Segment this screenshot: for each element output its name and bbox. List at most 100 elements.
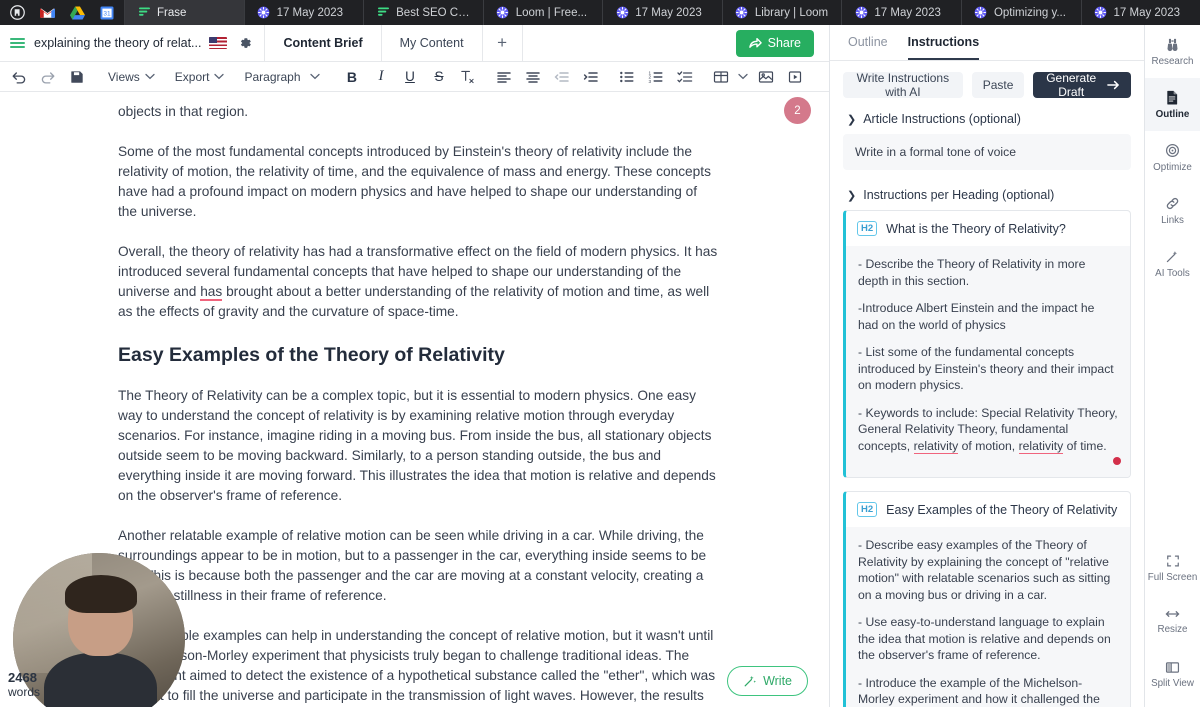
save-icon[interactable] <box>62 62 91 91</box>
app-icon[interactable] <box>2 0 32 25</box>
menu-icon[interactable] <box>0 36 34 50</box>
rail-item-research[interactable]: Research <box>1145 25 1200 78</box>
undo-icon[interactable] <box>4 62 33 91</box>
expand-icon <box>1166 554 1180 568</box>
generate-draft-button[interactable]: Generate Draft <box>1033 72 1131 98</box>
rail-item-resize[interactable]: Resize <box>1145 595 1200 648</box>
rail-item-split-view[interactable]: Split View <box>1145 648 1200 701</box>
target-icon <box>1165 143 1180 158</box>
write-instructions-with-ai-button[interactable]: Write Instructions with AI <box>843 72 963 98</box>
keyword-highlight: relativity <box>914 439 959 454</box>
rail-label: Research <box>1152 56 1194 67</box>
bold-button[interactable]: B <box>337 62 366 91</box>
paragraph-label: Paragraph <box>244 70 300 84</box>
checklist-icon[interactable] <box>670 62 699 91</box>
chevron-down-icon <box>214 73 224 80</box>
tab-outline[interactable]: Outline <box>848 35 888 60</box>
table-icon[interactable] <box>706 62 735 91</box>
heading-card-body[interactable]: - Describe the Theory of Relativity in m… <box>846 246 1130 477</box>
add-tab-button[interactable]: + <box>483 25 523 62</box>
heading-instruction-card[interactable]: H2 What is the Theory of Relativity? - D… <box>843 210 1131 478</box>
tab-content-brief[interactable]: Content Brief <box>265 25 381 62</box>
paste-button[interactable]: Paste <box>972 72 1025 98</box>
article-instructions-toggle[interactable]: ❯ Article Instructions (optional) <box>843 108 1131 134</box>
word-count: 2468 words <box>8 670 40 700</box>
instruction-line: - Introduce the example of the Michelson… <box>858 675 1118 707</box>
indent-icon[interactable] <box>576 62 605 91</box>
frase-icon <box>137 6 151 20</box>
table-chevron-icon[interactable] <box>735 62 751 91</box>
align-center-icon[interactable] <box>518 62 547 91</box>
image-icon[interactable] <box>751 62 780 91</box>
instruction-line: -Introduce Albert Einstein and the impac… <box>858 300 1118 333</box>
tab-instructions[interactable]: Instructions <box>908 35 980 60</box>
write-button[interactable]: Write <box>727 666 808 696</box>
strikethrough-label: S <box>434 69 443 84</box>
rail-item-full-screen[interactable]: Full Screen <box>1145 542 1200 595</box>
instruction-line: - Describe the Theory of Relativity in m… <box>858 256 1118 289</box>
video-icon[interactable] <box>780 62 809 91</box>
rail-item-outline[interactable]: Outline <box>1145 78 1200 131</box>
browser-tab[interactable]: 17 May 2023 <box>602 0 722 25</box>
main-area: explaining the theory of relat... Conten… <box>0 25 1200 707</box>
browser-tab[interactable]: 17 May 2023 <box>841 0 961 25</box>
per-heading-instructions-toggle[interactable]: ❯ Instructions per Heading (optional) <box>843 184 1131 210</box>
generate-draft-label: Generate Draft <box>1044 71 1098 99</box>
browser-tab[interactable]: Best SEO Co... <box>363 0 483 25</box>
webcam-hair <box>65 575 137 613</box>
rail-label: Links <box>1161 215 1184 226</box>
browser-tab-label: Frase <box>157 7 186 19</box>
panel-scroll-area[interactable]: ❯ Article Instructions (optional) Write … <box>830 108 1144 707</box>
gear-icon[interactable] <box>232 30 258 56</box>
browser-tab[interactable]: Loom | Free... <box>483 0 603 25</box>
binoculars-icon <box>1165 37 1180 52</box>
browser-tab[interactable]: Frase <box>124 0 244 25</box>
comment-count-badge[interactable]: 2 <box>784 97 811 124</box>
paragraph-dropdown[interactable]: Paragraph <box>234 62 330 91</box>
tab-my-content[interactable]: My Content <box>382 25 483 62</box>
heading-card-body[interactable]: - Describe easy examples of the Theory o… <box>846 527 1130 707</box>
share-button[interactable]: Share <box>736 30 814 57</box>
rail-top-group: Research Outline Optimize <box>1145 25 1200 290</box>
bulleted-list-icon[interactable] <box>612 62 641 91</box>
document-title[interactable]: explaining the theory of relat... <box>34 36 201 50</box>
export-dropdown[interactable]: Export <box>165 62 235 91</box>
rail-item-ai-tools[interactable]: AI Tools <box>1145 237 1200 290</box>
rail-label: Full Screen <box>1148 572 1198 583</box>
redo-icon[interactable] <box>33 62 62 91</box>
instruction-line: - Describe easy examples of the Theory o… <box>858 537 1118 603</box>
magic-wand-icon <box>743 674 757 688</box>
rail-item-optimize[interactable]: Optimize <box>1145 131 1200 184</box>
share-icon <box>749 37 762 49</box>
heading-instruction-card[interactable]: H2 Easy Examples of the Theory of Relati… <box>843 491 1131 707</box>
gmail-icon[interactable] <box>32 0 62 25</box>
underline-button[interactable]: U <box>395 62 424 91</box>
outdent-icon[interactable] <box>547 62 576 91</box>
rail-item-links[interactable]: Links <box>1145 184 1200 237</box>
browser-tab[interactable]: 17 May 2023 <box>1081 0 1200 25</box>
drive-icon[interactable] <box>62 0 92 25</box>
webcam-body <box>44 653 158 707</box>
align-left-icon[interactable] <box>489 62 518 91</box>
browser-tab[interactable]: 17 May 2023 <box>244 0 364 25</box>
chevron-right-icon: ❯ <box>847 189 856 202</box>
italic-button[interactable]: I <box>366 62 395 91</box>
numbered-list-icon[interactable]: 123 <box>641 62 670 91</box>
us-flag-icon <box>209 37 227 49</box>
loom-icon <box>257 6 271 20</box>
app-root: 31 Frase 17 May 2023 Best SEO Co... <box>0 0 1200 707</box>
article-instructions-input[interactable]: Write in a formal tone of voice <box>843 134 1131 170</box>
underline-label: U <box>405 69 415 84</box>
browser-tab-label: 17 May 2023 <box>635 7 702 19</box>
views-dropdown[interactable]: Views <box>98 62 165 91</box>
strikethrough-button[interactable]: S <box>424 62 453 91</box>
per-heading-label: Instructions per Heading (optional) <box>863 188 1054 202</box>
browser-tab[interactable]: Library | Loom <box>722 0 842 25</box>
browser-tab[interactable]: Optimizing y... <box>961 0 1081 25</box>
editor-canvas[interactable]: 2 objects in that region. Some of the mo… <box>0 92 829 707</box>
calendar-icon[interactable]: 31 <box>92 0 122 25</box>
document-header: explaining the theory of relat... Conten… <box>0 25 829 62</box>
tool-rail: Research Outline Optimize <box>1144 25 1200 707</box>
editor-toolbar: Views Export Paragraph B I U S <box>0 62 829 92</box>
clear-formatting-icon[interactable] <box>453 62 482 91</box>
